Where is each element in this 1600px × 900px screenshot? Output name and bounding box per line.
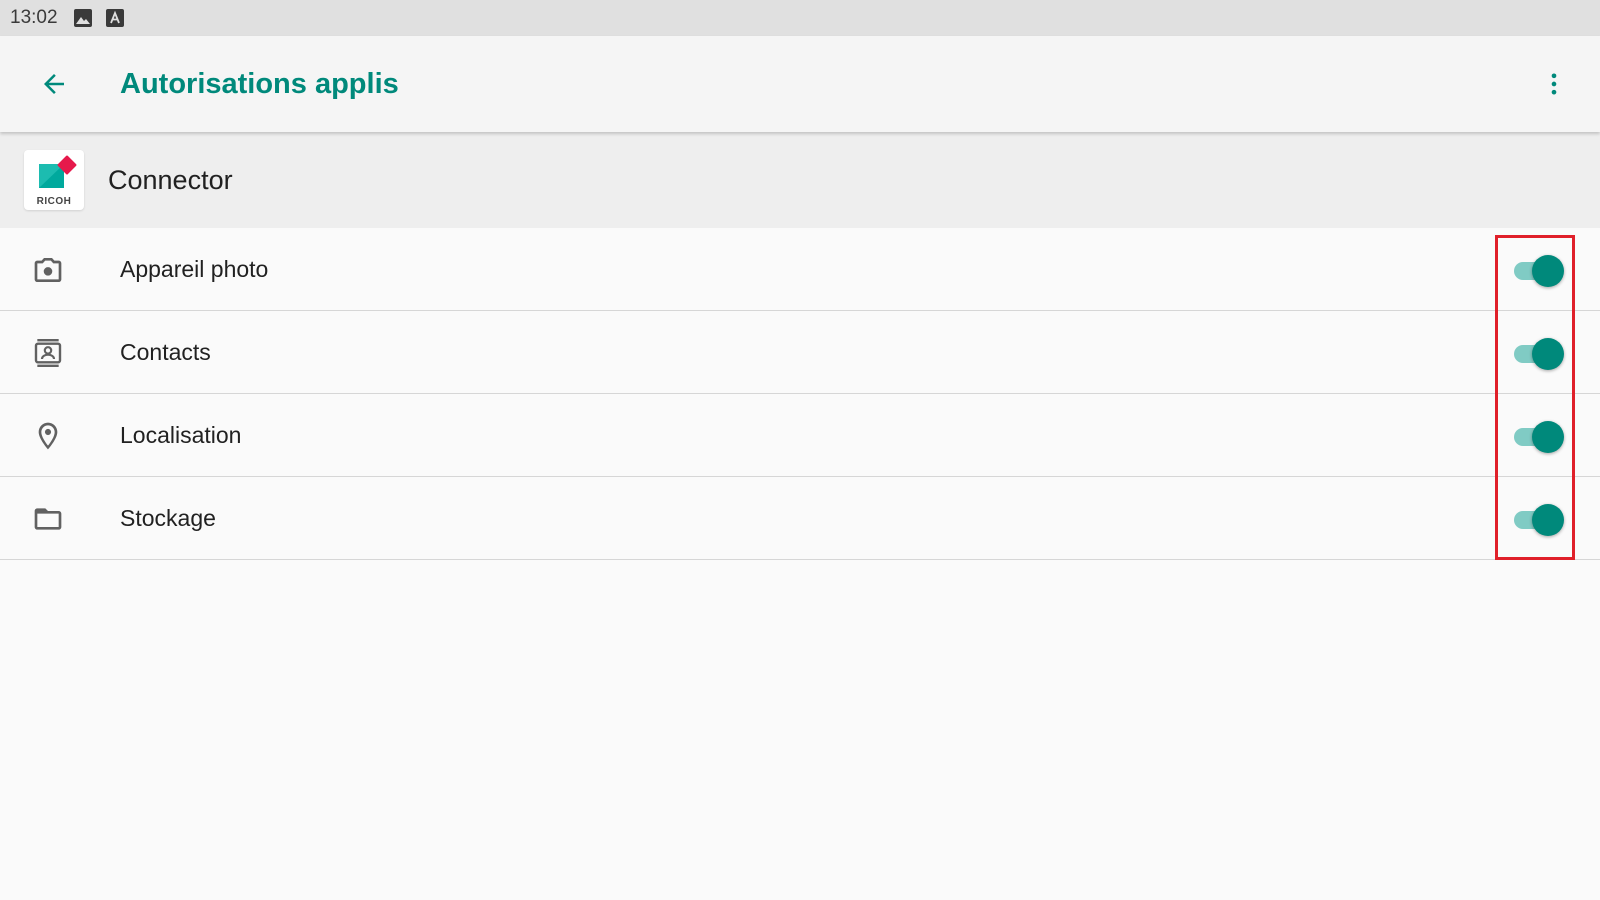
- contacts-permission-switch[interactable]: [1510, 333, 1564, 373]
- keyboard-a-icon: [105, 9, 124, 27]
- more-options-button[interactable]: [1530, 58, 1578, 114]
- status-time: 13:02: [10, 7, 58, 28]
- permission-label: Appareil photo: [120, 256, 269, 282]
- status-bar: 13:02: [0, 0, 1600, 36]
- switch-thumb: [1532, 255, 1564, 287]
- storage-permission-switch[interactable]: [1510, 499, 1564, 539]
- permission-row-contacts[interactable]: Contacts: [0, 311, 1600, 394]
- permission-label: Localisation: [120, 422, 242, 448]
- permission-list: Appareil photo Contacts Localisation Sto…: [0, 228, 1600, 560]
- permission-label: Contacts: [120, 339, 211, 365]
- more-vert-icon: [1540, 70, 1568, 103]
- location-permission-switch[interactable]: [1510, 416, 1564, 456]
- permission-row-location[interactable]: Localisation: [0, 394, 1600, 477]
- app-bar: Autorisations applis: [0, 36, 1600, 132]
- folder-icon: [30, 501, 66, 537]
- permission-label: Stockage: [120, 505, 216, 531]
- location-pin-icon: [30, 418, 66, 454]
- switch-thumb: [1532, 421, 1564, 453]
- arrow-back-icon: [39, 69, 69, 104]
- switch-thumb: [1532, 504, 1564, 536]
- switch-thumb: [1532, 338, 1564, 370]
- app-header: RICOH Connector: [0, 132, 1600, 228]
- permission-row-camera[interactable]: Appareil photo: [0, 228, 1600, 311]
- app-name: Connector: [108, 165, 233, 195]
- image-icon: [73, 9, 92, 27]
- ricoh-logo-text: RICOH: [36, 196, 72, 207]
- page-title: Autorisations applis: [120, 68, 399, 100]
- contacts-icon: [30, 335, 66, 371]
- ricoh-app-icon: RICOH: [24, 150, 84, 210]
- camera-icon: [30, 252, 66, 288]
- camera-permission-switch[interactable]: [1510, 250, 1564, 290]
- back-button[interactable]: [26, 58, 82, 114]
- permission-row-storage[interactable]: Stockage: [0, 477, 1600, 560]
